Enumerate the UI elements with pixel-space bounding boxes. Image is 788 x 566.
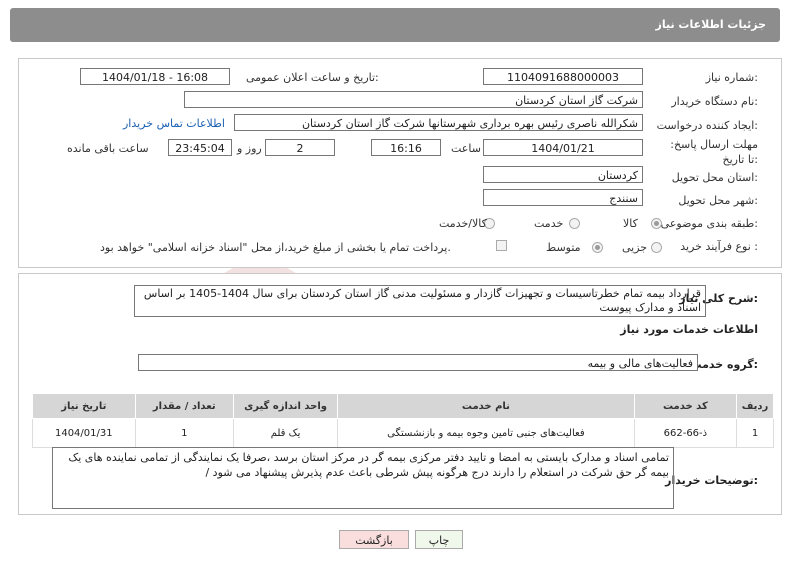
process-label: نوع فرآیند خرید : (680, 240, 758, 253)
requester-label: ایجاد کننده درخواست: (656, 119, 758, 132)
category-goods-service-label: کالا/خدمت (439, 217, 487, 230)
city-field: سنندج (483, 189, 643, 206)
buyer-notes-label: توضیحات خریدار: (665, 474, 758, 487)
service-group-field: فعالیت‌های مالی و بیمه (138, 354, 698, 371)
category-service-label: خدمت (534, 217, 564, 230)
cell-service-code: ذ-66-662 (633, 418, 738, 448)
buyer-org-label: نام دستگاه خریدار: (671, 95, 758, 108)
category-label: طبقه بندی موضوعی: (660, 217, 758, 230)
col-qty-header: تعداد / مقدار (134, 393, 234, 419)
col-unit-header: واحد اندازه گیری (232, 393, 339, 419)
announce-field: 1404/01/18 - 16:08 (80, 68, 230, 85)
deadline-label: مهلت ارسال پاسخ: تا تاریخ: (670, 138, 758, 166)
remaining-time-field: 23:45:04 (168, 139, 232, 156)
province-field: کردستان (483, 166, 643, 183)
col-date-header: تاریخ نیاز (32, 393, 136, 419)
deadline-date-field: 1404/01/21 (483, 139, 643, 156)
category-service-radio[interactable] (569, 218, 580, 229)
days-field: 2 (265, 139, 335, 156)
need-number-field: 1104091688000003 (483, 68, 643, 85)
treasury-payment-checkbox[interactable] (496, 240, 507, 251)
services-table: ردیف کد خدمت نام خدمت واحد اندازه گیری ت… (32, 393, 774, 448)
cell-quantity: 1 (134, 418, 234, 448)
page-title: جزئیات اطلاعات نیاز (655, 18, 767, 31)
cell-unit: یک قلم (232, 418, 339, 448)
print-button[interactable]: چاپ (415, 530, 463, 549)
buyer-notes-textarea[interactable]: تمامی اسناد و مدارک بایستی به امضا و تای… (52, 447, 674, 509)
process-medium-label: متوسط (546, 241, 581, 254)
cell-need-date: 1404/01/31 (32, 418, 136, 448)
table-header-row: ردیف کد خدمت نام خدمت واحد اندازه گیری ت… (32, 393, 774, 419)
requester-field: شکرالله ناصری رئیس بهره برداری شهرستانها… (234, 114, 643, 131)
announce-label: تاریخ و ساعت اعلان عمومی: (246, 71, 379, 84)
city-label: شهر محل تحویل: (678, 194, 758, 207)
cell-row-number: 1 (736, 418, 774, 448)
col-name-header: نام خدمت (337, 393, 635, 419)
services-title: اطلاعات خدمات مورد نیاز (620, 323, 758, 336)
back-button[interactable]: بازگشت (339, 530, 409, 549)
process-minor-radio[interactable] (651, 242, 662, 253)
service-group-label: گروه خدمت: (690, 358, 758, 371)
process-medium-radio[interactable] (592, 242, 603, 253)
category-goods-radio[interactable] (651, 218, 662, 229)
days-label: روز و (237, 142, 262, 155)
summary-textarea[interactable]: قرارداد بیمه تمام خطرتاسیسات و تجهیزات گ… (134, 285, 706, 317)
buyer-org-field: شرکت گاز استان کردستان (184, 91, 643, 108)
table-row: 1 ذ-66-662 فعالیت‌های جنبی تامین وجوه بی… (32, 418, 774, 448)
contact-buyer-link[interactable]: اطلاعات تماس خریدار (123, 117, 225, 130)
deadline-time-field: 16:16 (371, 139, 441, 156)
col-code-header: کد خدمت (633, 393, 738, 419)
remaining-label: ساعت باقی مانده (67, 142, 149, 155)
col-row-header: ردیف (736, 393, 774, 419)
province-label: استان محل تحویل: (671, 171, 758, 184)
need-number-label: شماره نیاز: (705, 71, 758, 84)
category-goods-label: کالا (623, 217, 638, 230)
deadline-time-label: ساعت (451, 142, 481, 155)
page-header: جزئیات اطلاعات نیاز (10, 8, 780, 42)
payment-note: پرداخت تمام یا بخشی از مبلغ خرید،از محل … (100, 241, 451, 254)
process-minor-label: جزیی (622, 241, 648, 254)
cell-service-name: فعالیت‌های جنبی تامین وجوه بیمه و بازنشس… (337, 418, 635, 448)
